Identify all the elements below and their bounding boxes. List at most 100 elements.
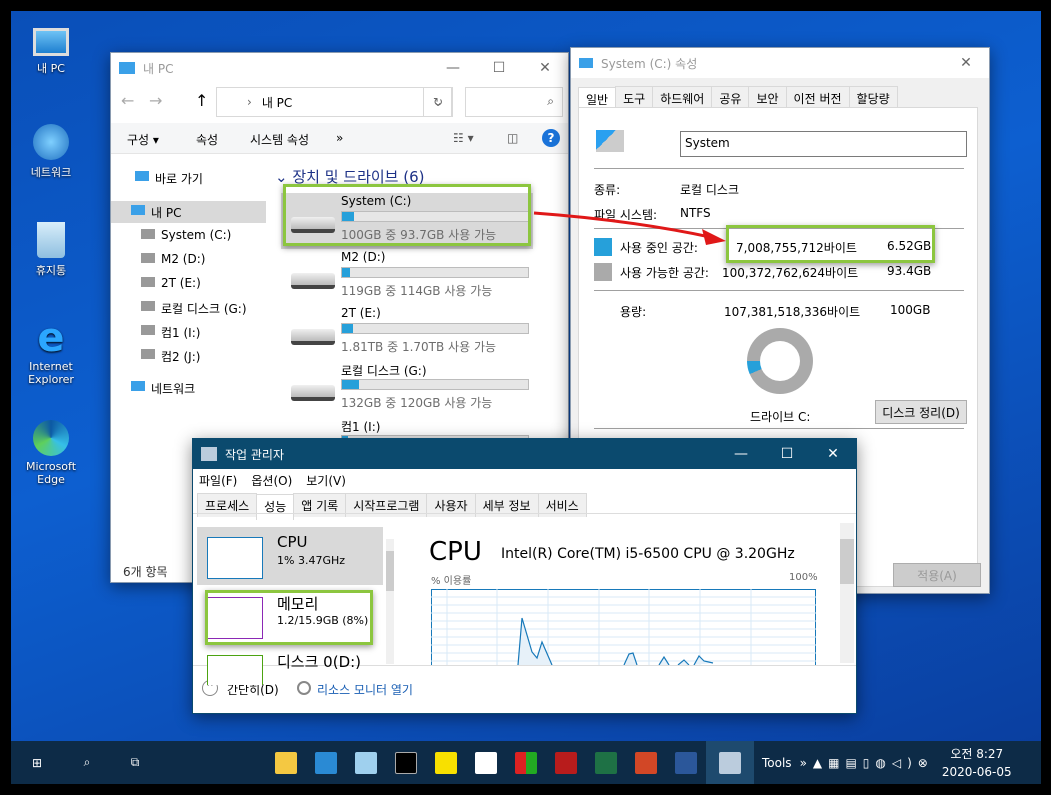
drive-usage-bar — [341, 323, 529, 334]
nav-item[interactable]: 바로 가기 — [111, 167, 266, 189]
taskbar-notepad[interactable] — [346, 741, 386, 784]
start-button[interactable]: ⊞ — [11, 741, 63, 784]
desktop-icon-my-pc[interactable]: 내 PC — [16, 24, 86, 76]
sidebar-scrollbar[interactable] — [386, 539, 394, 664]
drive-icon — [291, 385, 335, 401]
nav-item[interactable]: 네트워크 — [111, 377, 266, 399]
maximize-button[interactable]: ☐ — [476, 53, 522, 83]
drive-icon — [141, 325, 155, 335]
search-input[interactable]: ⌕ — [465, 87, 563, 117]
tab[interactable]: 성능 — [256, 494, 295, 520]
taskbar-file-explorer[interactable] — [266, 741, 306, 784]
folder-icon — [275, 751, 297, 774]
help-icon[interactable]: ? — [542, 129, 560, 147]
minimize-button[interactable]: — — [718, 439, 764, 469]
notepad-icon — [355, 751, 377, 774]
network-icon — [131, 381, 145, 391]
highlight-box — [726, 225, 935, 263]
tray-icons[interactable]: »▲▦▤▯◍◁)⊗ — [800, 756, 934, 770]
task-manager-icon — [719, 751, 741, 774]
usage-donut-chart — [747, 328, 813, 394]
taskbar-task-manager[interactable] — [706, 741, 754, 784]
back-button[interactable]: ← — [121, 91, 134, 110]
minimize-button[interactable]: — — [430, 53, 476, 83]
apply-button[interactable]: 적용(A) — [893, 563, 981, 587]
main-scrollbar[interactable] — [840, 523, 854, 663]
nav-item[interactable]: 내 PC — [111, 201, 266, 223]
taskbar-maps[interactable] — [306, 741, 346, 784]
status-bar: 6개 항목 — [123, 565, 168, 579]
taskbar-app[interactable] — [506, 741, 546, 784]
ie-icon: e — [37, 315, 65, 361]
drive-icon — [141, 301, 155, 311]
nav-item[interactable]: 컴1 (I:) — [111, 321, 266, 343]
perf-side-item[interactable]: 디스크 0(D:) — [197, 645, 383, 685]
refresh-button[interactable]: ↻ — [423, 87, 453, 117]
organize-button[interactable]: 구성 ▾ — [127, 131, 159, 148]
computer-icon — [33, 28, 69, 56]
title-bar: System (C:) 속성 — [571, 48, 989, 78]
map-pin-icon — [315, 751, 337, 774]
taskbar-pdf[interactable] — [546, 741, 586, 784]
drive-icon — [291, 273, 335, 289]
drive-tile[interactable]: 로컬 디스크 (G:) 132GB 중 120GB 사용 가능 — [281, 361, 533, 417]
task-manager-window: 작업 관리자 — ☐ ✕ 파일(F) 옵션(O) 보기(V) 프로세스 성능 앱 기록 시작프… — [192, 438, 857, 714]
computer-icon — [119, 62, 135, 74]
nav-item[interactable]: 로컬 디스크 (G:) — [111, 297, 266, 319]
task-view-button[interactable]: ⧉ — [111, 741, 159, 784]
taskbar-calculator[interactable] — [466, 741, 506, 784]
menu-item[interactable]: 옵션(O) — [251, 472, 292, 489]
close-button[interactable]: ✕ — [522, 53, 568, 83]
disk-cleanup-button[interactable]: 디스크 정리(D) — [875, 400, 967, 424]
taskbar-excel[interactable] — [586, 741, 626, 784]
nav-item[interactable]: 컴2 (J:) — [111, 345, 266, 367]
perf-side-item[interactable]: CPU 1% 3.47GHz — [197, 527, 383, 585]
taskbar-sticky-notes[interactable] — [426, 741, 466, 784]
drive-icon — [141, 229, 155, 239]
view-options-icon[interactable]: ☷ ▾ — [453, 131, 474, 145]
taskbar-cmd[interactable] — [386, 741, 426, 784]
search-button[interactable]: ⌕ — [63, 741, 111, 784]
highlight-box — [283, 184, 531, 246]
more-button[interactable]: » — [336, 131, 343, 145]
drive-tile[interactable]: 2T (E:) 1.81TB 중 1.70TB 사용 가능 — [281, 305, 533, 361]
preview-pane-icon[interactable]: ◫ — [507, 131, 518, 145]
volume-name-input[interactable]: System — [680, 131, 967, 157]
pdf-icon — [555, 751, 577, 774]
taskbar: ⊞ ⌕ ⧉ Tools »▲▦▤▯◍◁)⊗ 오전 8:27 2020-06-05 — [11, 741, 1041, 784]
drive-tile[interactable]: M2 (D:) 119GB 중 114GB 사용 가능 — [281, 249, 533, 305]
properties-button[interactable]: 속성 — [196, 131, 218, 148]
menu-item[interactable]: 보기(V) — [306, 472, 346, 489]
address-bar[interactable]: › 내 PC ⌄ — [216, 87, 452, 117]
taskbar-word[interactable] — [666, 741, 706, 784]
highlight-box — [205, 590, 373, 645]
forward-button[interactable]: → — [149, 91, 162, 110]
clock[interactable]: 오전 8:27 2020-06-05 — [942, 745, 1012, 781]
drive-icon — [596, 130, 624, 152]
desktop-icon-recycle-bin[interactable]: 휴지통 — [16, 222, 86, 278]
close-button[interactable]: ✕ — [810, 439, 856, 469]
taskbar-powerpoint[interactable] — [626, 741, 666, 784]
up-button[interactable]: ↑ — [195, 91, 208, 110]
task-manager-icon — [201, 447, 217, 461]
menu-item[interactable]: 파일(F) — [199, 472, 237, 489]
nav-item[interactable]: M2 (D:) — [111, 249, 266, 271]
nav-item[interactable]: 2T (E:) — [111, 273, 266, 295]
desktop-icon-edge[interactable]: Microsoft Edge — [16, 420, 86, 486]
drive-icon — [291, 329, 335, 345]
excel-icon — [595, 751, 617, 774]
drive-icon — [141, 277, 155, 287]
nav-item[interactable]: System (C:) — [111, 225, 266, 247]
desktop-icon-network[interactable]: 네트워크 — [16, 124, 86, 180]
maximize-button[interactable]: ☐ — [764, 439, 810, 469]
desktop-icon-ie[interactable]: e Internet Explorer — [16, 315, 86, 386]
drive-icon — [141, 253, 155, 263]
red-arrow — [533, 211, 726, 245]
drive-icon — [141, 349, 155, 359]
system-properties-button[interactable]: 시스템 속성 — [250, 131, 309, 148]
mini-graph — [207, 655, 263, 685]
drive-usage-bar — [341, 267, 529, 278]
tools-toolbar[interactable]: Tools — [762, 756, 792, 770]
free-color-swatch — [594, 263, 612, 281]
close-button[interactable]: ✕ — [943, 48, 989, 78]
